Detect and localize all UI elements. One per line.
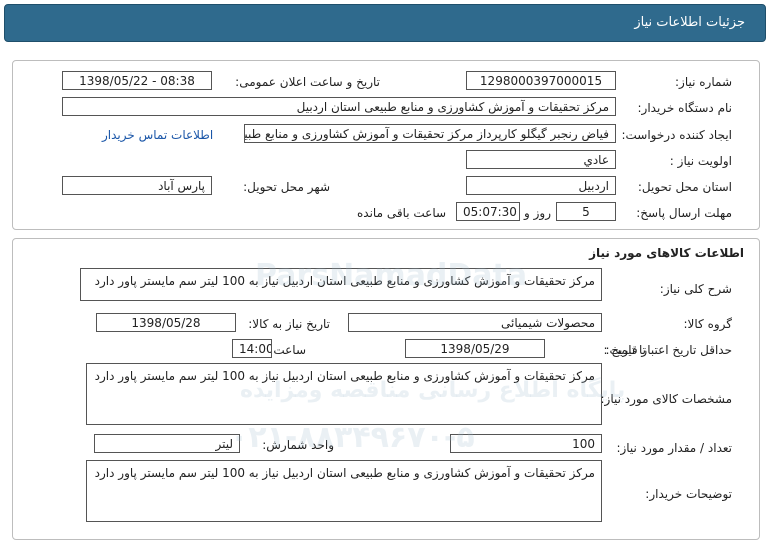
validity-date-field: 1398/05/29 — [405, 339, 545, 358]
response-deadline-label: مهلت ارسال پاسخ: — [636, 206, 732, 220]
general-description-label: شرح کلی نیاز: — [659, 282, 732, 296]
announce-date-field: 1398/05/22 - 08:38 — [62, 71, 212, 90]
priority-field: عادي — [466, 150, 616, 169]
goods-group-field: محصولات شیمیائی — [348, 313, 602, 332]
delivery-province-label: استان محل تحویل: — [637, 180, 732, 194]
deadline-time-field: 05:07:30 — [456, 202, 520, 221]
priority-label: اولویت نیاز : — [669, 154, 732, 168]
delivery-province-field: اردبیل — [466, 176, 616, 195]
buyer-org-label: نام دستگاه خریدار: — [637, 101, 733, 115]
days-word: روز و — [524, 206, 551, 220]
request-creator-label: ایجاد کننده درخواست: — [621, 128, 732, 142]
quantity-field: 100 — [450, 434, 602, 453]
buyer-notes-label: توضیحات خریدار: — [645, 487, 732, 501]
need-number-field: 1298000397000015 — [466, 71, 616, 90]
buyer-org-field: مرکز تحقیقات و آموزش کشاورزی و منابع طبی… — [62, 97, 616, 116]
need-date-label: تاریخ نیاز به کالا: — [248, 317, 330, 331]
remaining-time-text: ساعت باقی مانده — [357, 206, 447, 220]
page-header: جزئیات اطلاعات نیاز — [4, 4, 766, 42]
deadline-days-field: 5 — [556, 202, 616, 221]
goods-group-label: گروه کالا: — [683, 317, 733, 331]
goods-section-title: اطلاعات کالاهای مورد نیاز — [589, 246, 744, 260]
goods-spec-field: مرکز تحقیقات و آموزش کشاورزی و منابع طبی… — [86, 363, 602, 425]
delivery-city-label: شهر محل تحویل: — [243, 180, 330, 194]
request-creator-field: فیاض رنجبر گیگلو کارپرداز مرکز تحقیقات و… — [244, 124, 616, 143]
goods-spec-label: مشخصات کالای مورد نیاز: — [600, 392, 732, 406]
general-description-field: مرکز تحقیقات و آموزش کشاورزی و منابع طبی… — [80, 268, 602, 301]
delivery-city-field: پارس آباد — [62, 176, 212, 195]
page-title: جزئیات اطلاعات نیاز — [634, 15, 745, 30]
quantity-label: تعداد / مقدار مورد نیاز: — [616, 441, 732, 455]
until-date-label: تا تاریخ : — [603, 343, 646, 357]
buyer-contact-link[interactable]: اطلاعات تماس خریدار — [102, 128, 213, 142]
validity-time-field: 14:00 — [232, 339, 272, 358]
announce-date-label: تاریخ و ساعت اعلان عمومی: — [235, 75, 380, 89]
need-date-field: 1398/05/28 — [96, 313, 236, 332]
unit-field: لیتر — [94, 434, 240, 453]
need-number-label: شماره نیاز: — [675, 75, 732, 89]
buyer-notes-field: مرکز تحقیقات و آموزش کشاورزی و منابع طبی… — [86, 460, 602, 522]
unit-label: واحد شمارش: — [262, 438, 334, 452]
